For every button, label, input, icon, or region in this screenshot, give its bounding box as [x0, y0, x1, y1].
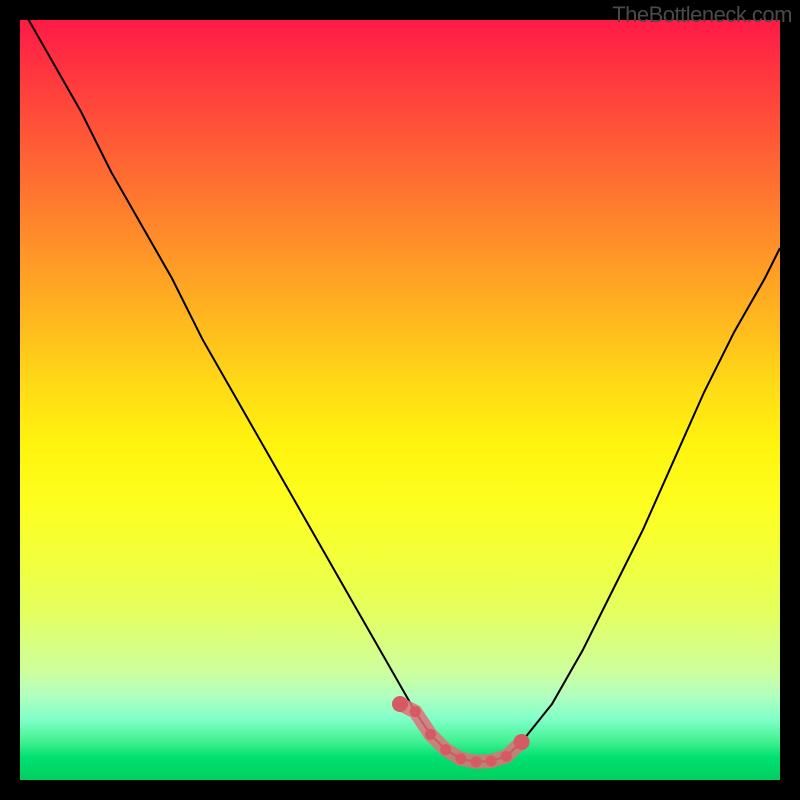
highlight-dot — [410, 706, 421, 717]
chart-overlay — [0, 0, 800, 800]
highlight-dot — [471, 756, 482, 767]
highlight-dot — [501, 751, 512, 762]
highlight-dot — [440, 744, 451, 755]
curve-right-branch — [476, 248, 780, 762]
chart-container: TheBottleneck.com — [0, 0, 800, 800]
highlight-dot — [486, 756, 497, 767]
highlight-dot — [392, 696, 408, 712]
curve-left-branch — [20, 5, 476, 762]
highlight-dot — [514, 734, 530, 750]
highlight-dot — [425, 729, 436, 740]
highlight-dot — [455, 753, 466, 764]
